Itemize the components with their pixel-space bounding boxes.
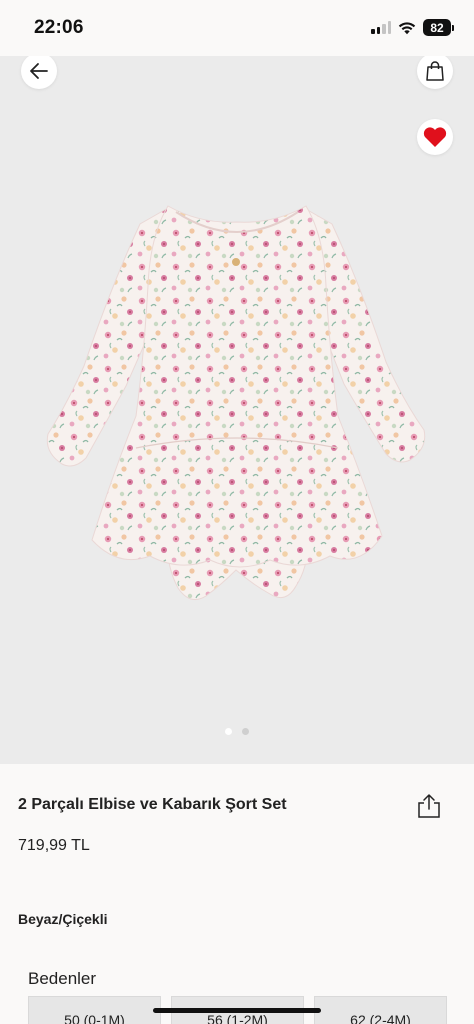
signal-icon <box>371 21 391 34</box>
sizes-heading: Bedenler <box>28 969 97 988</box>
favorite-button[interactable] <box>417 119 453 155</box>
battery-icon: 82 <box>423 19 451 36</box>
status-bar: 22:06 82 <box>0 0 474 56</box>
product-image-gallery[interactable] <box>0 56 474 764</box>
product-title: 2 Parçalı Elbise ve Kabarık Şort Set <box>18 796 287 813</box>
product-price: 719,99 TL <box>18 837 90 854</box>
status-indicators: 82 <box>371 19 454 36</box>
gallery-dot[interactable] <box>225 728 232 735</box>
share-icon <box>418 794 440 818</box>
size-option-62[interactable]: 62 (2-4M) <box>314 996 447 1024</box>
home-indicator[interactable] <box>153 1008 321 1013</box>
product-image <box>46 205 426 601</box>
product-detail-screen: 22:06 82 2 Parçalı Elbise ve Kabarık Şor… <box>0 0 474 1024</box>
wifi-icon <box>398 21 416 34</box>
share-button[interactable] <box>414 791 444 821</box>
gallery-pagination <box>0 728 474 735</box>
size-option-50[interactable]: 50 (0-1M) <box>28 996 161 1024</box>
heart-icon <box>423 127 447 147</box>
status-time: 22:06 <box>34 17 84 38</box>
battery-tip <box>452 24 454 31</box>
product-color: Beyaz/Çiçekli <box>18 911 108 927</box>
shopping-bag-icon <box>426 61 444 81</box>
back-arrow-icon <box>30 63 48 79</box>
gallery-dot[interactable] <box>242 728 249 735</box>
